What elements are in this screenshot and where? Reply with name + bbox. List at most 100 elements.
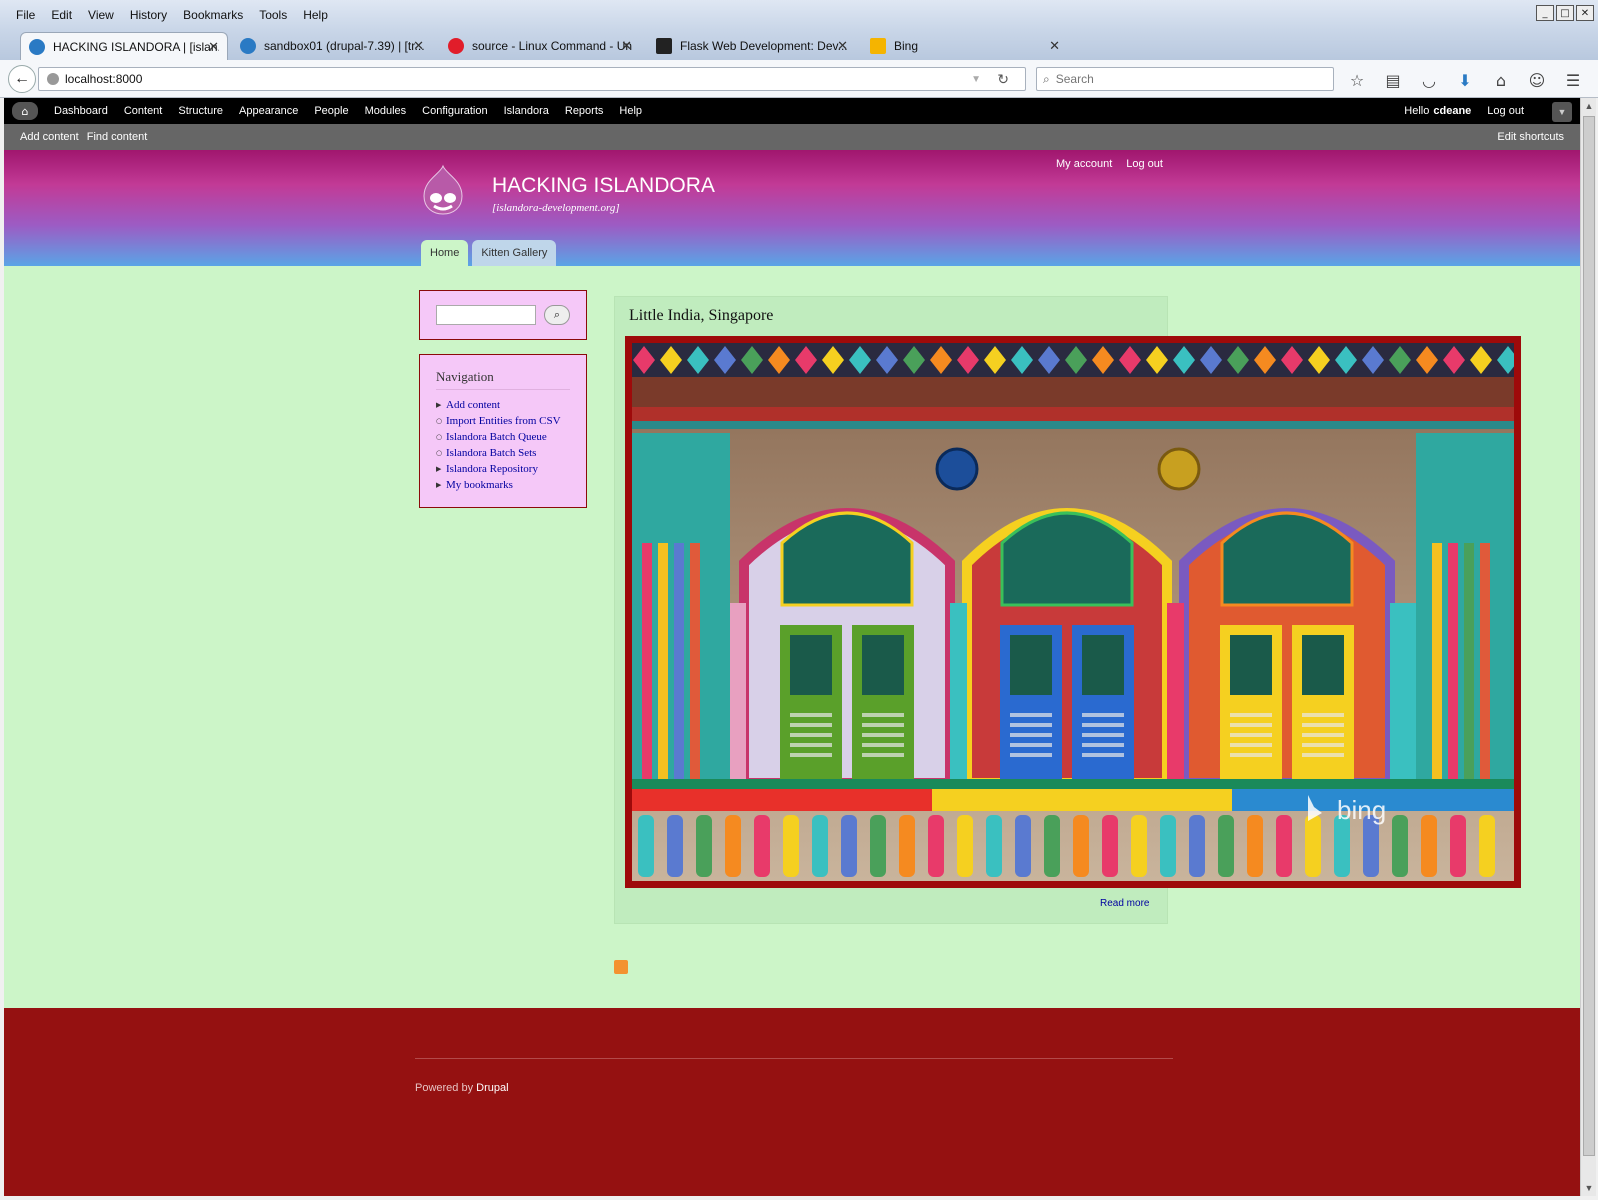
- url-dropdown-icon[interactable]: ▼: [971, 74, 981, 85]
- nav-item-label[interactable]: My bookmarks: [446, 477, 513, 493]
- nav-item-label[interactable]: Import Entities from CSV: [446, 413, 561, 429]
- nav-item-label[interactable]: Add content: [446, 397, 500, 413]
- tab-home[interactable]: Home: [421, 240, 469, 266]
- nav-item-my-bookmarks[interactable]: ▶ My bookmarks: [436, 477, 561, 493]
- admin-user-area: Hello cdeane Log out: [1404, 105, 1524, 117]
- balcony-baluster: [1247, 815, 1263, 877]
- toolbar-icons: ☆ ▤ ◡ ⬇ ⌂ ☺ ☰: [1346, 69, 1584, 91]
- search-button-icon[interactable]: ⌕: [544, 305, 570, 325]
- drupal-favicon-icon: [29, 38, 45, 55]
- footer-divider: [415, 1058, 1173, 1059]
- drupal-link[interactable]: Drupal: [476, 1082, 508, 1094]
- tab-title: sandbox01 (drupal-7.39) | [tr...: [264, 39, 424, 53]
- logout-link[interactable]: Log out: [1126, 158, 1163, 170]
- admin-menu-dashboard[interactable]: Dashboard: [46, 105, 116, 117]
- nav-item-label[interactable]: Islandora Repository: [446, 461, 538, 477]
- admin-menu-structure[interactable]: Structure: [170, 105, 231, 117]
- hamburger-menu-icon[interactable]: ☰: [1562, 69, 1584, 91]
- reload-icon[interactable]: ↻: [997, 71, 1009, 88]
- close-tab-icon[interactable]: ✕: [208, 39, 219, 55]
- admin-menu-content[interactable]: Content: [116, 105, 171, 117]
- bookmark-star-icon[interactable]: ☆: [1346, 69, 1368, 91]
- page-scrollbar[interactable]: ▲ ▼: [1580, 98, 1596, 1196]
- browser-search-input[interactable]: [1055, 72, 1296, 86]
- nav-item-batch-sets[interactable]: ○ Islandora Batch Sets: [436, 445, 561, 461]
- node-title[interactable]: Little India, Singapore: [629, 307, 773, 325]
- scroll-down-icon[interactable]: ▼: [1581, 1180, 1597, 1196]
- menu-edit[interactable]: Edit: [43, 8, 80, 22]
- balcony-baluster: [754, 815, 770, 877]
- site-name[interactable]: HACKING ISLANDORA: [492, 174, 715, 198]
- shortcut-find-content[interactable]: Find content: [87, 131, 148, 143]
- edit-shortcuts-link[interactable]: Edit shortcuts: [1497, 131, 1564, 143]
- admin-menu-people[interactable]: People: [306, 105, 356, 117]
- admin-menu-configuration[interactable]: Configuration: [414, 105, 495, 117]
- admin-menu-reports[interactable]: Reports: [557, 105, 612, 117]
- close-tab-icon[interactable]: ✕: [413, 38, 424, 54]
- nav-item-label[interactable]: Islandora Batch Sets: [446, 445, 536, 461]
- menu-view[interactable]: View: [80, 8, 122, 22]
- nav-item-label[interactable]: Islandora Batch Queue: [446, 429, 547, 445]
- site-search-input[interactable]: [436, 305, 536, 325]
- my-account-link[interactable]: My account: [1056, 158, 1112, 170]
- balcony-baluster: [1421, 815, 1437, 877]
- pocket-icon[interactable]: ◡: [1418, 69, 1440, 91]
- admin-menu-islandora[interactable]: Islandora: [496, 105, 557, 117]
- collapsed-arrow-icon: ▶: [436, 465, 442, 473]
- leaf-bullet-icon: ○: [436, 433, 443, 441]
- close-window-icon[interactable]: ✕: [1576, 5, 1594, 21]
- browser-tab-2[interactable]: source - Linux Command - Uni... ✕: [440, 32, 640, 60]
- admin-logout-link[interactable]: Log out: [1487, 105, 1524, 117]
- node-image[interactable]: bing: [625, 336, 1521, 888]
- close-tab-icon[interactable]: ✕: [837, 38, 848, 54]
- admin-menu-appearance[interactable]: Appearance: [231, 105, 306, 117]
- balcony-baluster: [1450, 815, 1466, 877]
- balcony-baluster: [1305, 815, 1321, 877]
- toolbar-toggle-icon[interactable]: ▼: [1552, 102, 1572, 122]
- admin-menu-modules[interactable]: Modules: [357, 105, 415, 117]
- scroll-up-icon[interactable]: ▲: [1581, 98, 1597, 114]
- browser-tab-4[interactable]: Bing ✕: [862, 32, 1068, 60]
- balcony-baluster: [1479, 815, 1495, 877]
- menu-history[interactable]: History: [122, 8, 175, 22]
- menu-bookmarks[interactable]: Bookmarks: [175, 8, 251, 22]
- admin-menu-help[interactable]: Help: [611, 105, 650, 117]
- reading-list-icon[interactable]: ▤: [1382, 69, 1404, 91]
- nav-item-batch-queue[interactable]: ○ Islandora Batch Queue: [436, 429, 561, 445]
- minimize-icon[interactable]: _: [1536, 5, 1554, 21]
- chat-icon[interactable]: ☺: [1526, 69, 1548, 91]
- balcony-baluster: [1131, 815, 1147, 877]
- nav-item-import-entities[interactable]: ○ Import Entities from CSV: [436, 413, 561, 429]
- close-tab-icon[interactable]: ✕: [621, 38, 632, 54]
- close-tab-icon[interactable]: ✕: [1049, 38, 1060, 54]
- maximize-icon[interactable]: □: [1556, 5, 1574, 21]
- browser-tab-0[interactable]: HACKING ISLANDORA | [islan... ✕: [20, 32, 228, 60]
- nav-item-add-content[interactable]: ▶ Add content: [436, 397, 561, 413]
- back-arrow-icon[interactable]: ←: [8, 65, 36, 93]
- read-more-link[interactable]: Read more: [1100, 898, 1149, 909]
- nav-item-islandora-repository[interactable]: ▶ Islandora Repository: [436, 461, 561, 477]
- admin-username[interactable]: cdeane: [1433, 105, 1471, 117]
- browser-tab-3[interactable]: Flask Web Development: Dev... ✕: [648, 32, 856, 60]
- tab-kitten-gallery[interactable]: Kitten Gallery: [472, 240, 557, 266]
- drupal-logo[interactable]: [420, 164, 466, 216]
- shortcut-add-content[interactable]: Add content: [20, 131, 79, 143]
- leaf-bullet-icon: ○: [436, 449, 443, 457]
- admin-greeting: Hello: [1404, 105, 1430, 117]
- admin-toolbar: ⌂ Dashboard Content Structure Appearance…: [4, 98, 1580, 124]
- search-bar[interactable]: ⌕: [1036, 67, 1334, 91]
- amazon-favicon-icon: [656, 38, 672, 54]
- menu-file[interactable]: File: [8, 8, 43, 22]
- balcony-baluster: [1044, 815, 1060, 877]
- home-icon[interactable]: ⌂: [1490, 69, 1512, 91]
- site-identity-icon[interactable]: [47, 73, 59, 85]
- menu-tools[interactable]: Tools: [251, 8, 295, 22]
- url-bar[interactable]: localhost:8000 ▼ ↻: [38, 67, 1026, 91]
- balcony-baluster: [928, 815, 944, 877]
- rss-feed-icon[interactable]: [614, 960, 628, 974]
- download-icon[interactable]: ⬇: [1454, 69, 1476, 91]
- browser-tab-1[interactable]: sandbox01 (drupal-7.39) | [tr... ✕: [232, 32, 432, 60]
- menu-help[interactable]: Help: [295, 8, 336, 22]
- scrollbar-thumb[interactable]: [1583, 116, 1595, 1156]
- admin-home-icon[interactable]: ⌂: [12, 102, 38, 120]
